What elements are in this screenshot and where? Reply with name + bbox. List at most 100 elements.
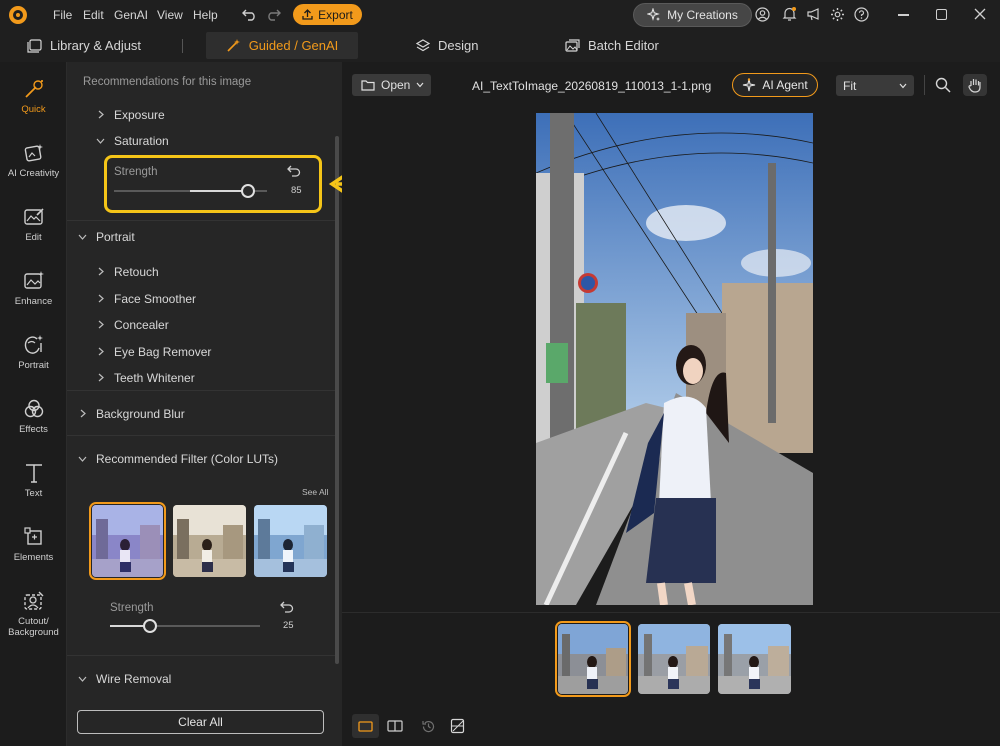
notification-bell-icon[interactable]: [782, 6, 797, 22]
tab-library-adjust[interactable]: Library & Adjust: [27, 30, 141, 61]
panel-header: Recommendations for this image: [83, 76, 252, 88]
rail-item-cutout-background[interactable]: Cutout/ Background: [0, 590, 67, 638]
saturation-slider-knob[interactable]: [241, 184, 255, 198]
menu-edit[interactable]: Edit: [83, 8, 104, 22]
export-button[interactable]: Export: [293, 4, 362, 25]
filmstrip-image: [638, 624, 710, 694]
saturation-reset-icon[interactable]: [287, 165, 301, 177]
tab-library-label: Library & Adjust: [50, 38, 142, 53]
maximize-icon[interactable]: [936, 9, 947, 20]
zoom-select[interactable]: Fit: [836, 75, 914, 96]
tab-batch-label: Batch Editor: [588, 38, 659, 53]
close-icon[interactable]: [974, 8, 986, 20]
chevron-down-icon: [96, 138, 105, 144]
main-photo[interactable]: [536, 113, 813, 605]
filmstrip-thumbnail-1[interactable]: [555, 621, 631, 697]
undo-icon[interactable]: [242, 8, 257, 21]
filter-thumbnail-1[interactable]: [89, 502, 166, 580]
my-creations-button[interactable]: My Creations: [633, 3, 752, 27]
filter-preview-image: [254, 505, 327, 577]
rail-label-cutout: Cutout/ Background: [8, 616, 59, 638]
quick-magic-icon: [24, 80, 43, 98]
app-logo: [9, 6, 27, 24]
portrait-item-label: Retouch: [114, 265, 159, 279]
chevron-right-icon: [98, 294, 104, 303]
filmstrip-divider: [342, 612, 1000, 613]
saturation-strength-label: Strength: [114, 166, 158, 178]
background-blur-row[interactable]: Background Blur: [67, 403, 335, 425]
history-icon[interactable]: [421, 719, 436, 734]
rail-item-enhance[interactable]: Enhance: [0, 270, 67, 307]
help-icon[interactable]: [854, 7, 869, 22]
effects-icon: [24, 399, 43, 418]
announcement-icon[interactable]: [806, 7, 822, 22]
ai-agent-label: AI Agent: [762, 78, 808, 92]
account-icon[interactable]: [755, 7, 770, 22]
rail-item-elements[interactable]: Elements: [0, 526, 67, 563]
wire-removal-row[interactable]: Wire Removal: [67, 668, 335, 690]
exposure-row[interactable]: Exposure: [67, 104, 335, 126]
filmstrip-thumbnail-2[interactable]: [638, 624, 710, 694]
tab-guided-genai[interactable]: Guided / GenAI: [206, 32, 358, 59]
tab-design[interactable]: Design: [416, 30, 478, 61]
filter-preview-image: [173, 505, 246, 577]
saturation-row[interactable]: Saturation: [67, 130, 335, 152]
portrait-item-face-smoother[interactable]: Face Smoother: [67, 288, 335, 310]
rail-item-portrait[interactable]: Portrait: [0, 334, 67, 371]
portrait-item-concealer[interactable]: Concealer: [67, 314, 335, 336]
ai-agent-button[interactable]: AI Agent: [732, 73, 818, 97]
folder-icon: [361, 80, 375, 91]
title-bar: File Edit GenAI View Help Export My Crea…: [0, 0, 1000, 30]
batch-images-icon: [565, 38, 580, 52]
rail-label-portrait: Portrait: [18, 360, 49, 371]
redo-icon[interactable]: [266, 8, 281, 21]
filter-strength-label: Strength: [110, 602, 154, 614]
zoom-value: Fit: [843, 78, 857, 93]
filter-strength-value: 25: [283, 620, 294, 631]
see-all-link[interactable]: See All: [302, 487, 328, 497]
rail-item-ai-creativity[interactable]: AI Creativity: [0, 142, 67, 179]
rail-item-quick[interactable]: Quick: [0, 78, 67, 115]
magic-wand-icon: [227, 39, 240, 52]
chevron-down-icon: [78, 234, 87, 240]
edit-icon: [23, 208, 44, 225]
filmstrip-thumbnail-3[interactable]: [718, 624, 791, 694]
filter-reset-icon[interactable]: [280, 601, 294, 613]
rail-item-effects[interactable]: Effects: [0, 398, 67, 435]
filter-thumbnail-3[interactable]: [254, 505, 327, 577]
menu-view[interactable]: View: [157, 8, 183, 22]
compare-original-icon[interactable]: [450, 718, 465, 734]
pan-hand-icon[interactable]: [963, 74, 987, 96]
portrait-item-teeth-whitener[interactable]: Teeth Whitener: [67, 367, 335, 389]
portrait-section-header[interactable]: Portrait: [67, 226, 335, 248]
menu-help[interactable]: Help: [193, 8, 218, 22]
rail-label-effects: Effects: [19, 424, 48, 435]
chevron-right-icon: [98, 320, 104, 329]
layers-icon: [416, 38, 430, 51]
open-button[interactable]: Open: [352, 74, 431, 96]
panel-scrollbar[interactable]: [335, 136, 339, 664]
rail-label-quick: Quick: [21, 104, 46, 115]
rail-label-ai-creativity: AI Creativity: [7, 168, 60, 179]
rail-item-text[interactable]: Text: [0, 462, 67, 499]
search-zoom-icon[interactable]: [935, 77, 951, 93]
portrait-item-eye-bag-remover[interactable]: Eye Bag Remover: [67, 341, 335, 363]
portrait-item-retouch[interactable]: Retouch: [67, 261, 335, 283]
clear-all-button[interactable]: Clear All: [77, 710, 324, 734]
filter-thumbnail-2[interactable]: [173, 505, 246, 577]
single-view-icon: [358, 720, 373, 732]
recommended-filter-header[interactable]: Recommended Filter (Color LUTs): [67, 448, 335, 470]
settings-gear-icon[interactable]: [830, 7, 845, 22]
minimize-icon[interactable]: [898, 14, 909, 16]
rail-item-edit[interactable]: Edit: [0, 206, 67, 243]
portrait-item-label: Teeth Whitener: [114, 371, 195, 385]
filter-slider-knob[interactable]: [143, 619, 157, 633]
compare-view-icon[interactable]: [387, 720, 403, 732]
menu-file[interactable]: File: [53, 8, 72, 22]
tab-batch-editor[interactable]: Batch Editor: [565, 30, 659, 61]
sparkle-icon: [647, 8, 661, 21]
portrait-icon: [24, 335, 43, 354]
menu-genai[interactable]: GenAI: [114, 8, 148, 22]
chevron-right-icon: [80, 409, 86, 418]
single-view-button[interactable]: [352, 714, 379, 738]
